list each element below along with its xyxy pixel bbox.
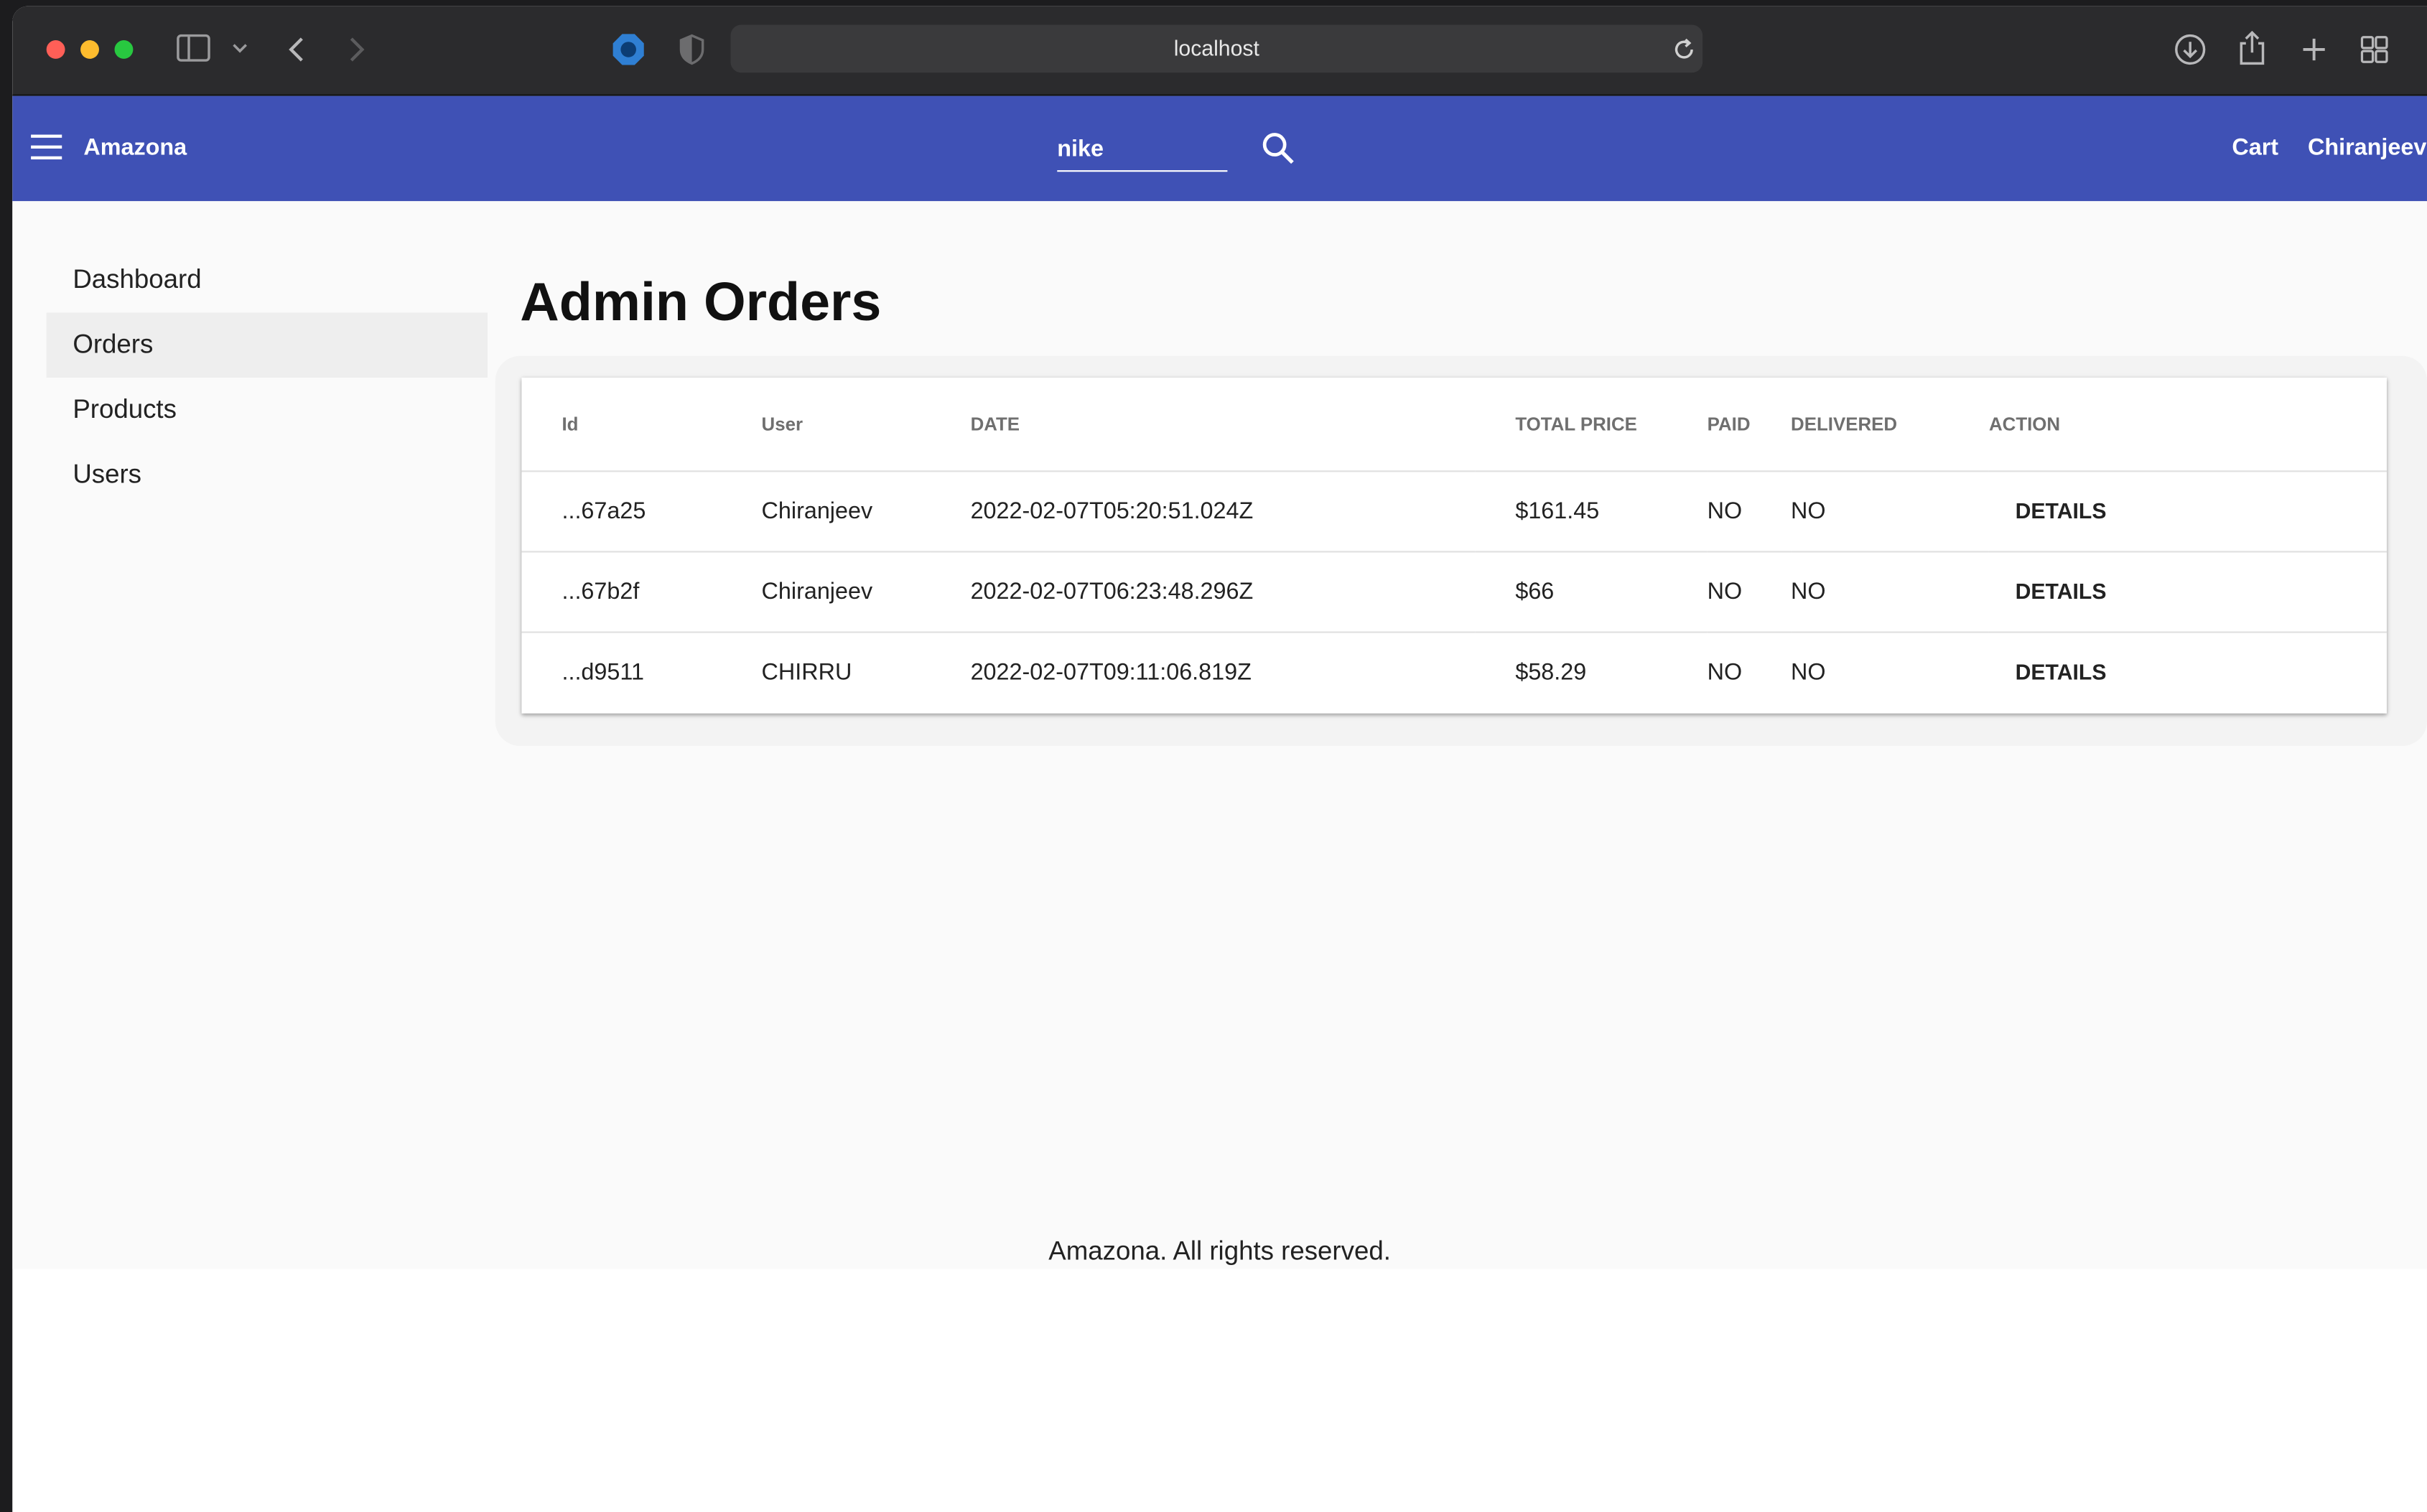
order-id: ...67a25 [521,470,722,552]
close-window-button[interactable] [46,40,65,59]
sidebar-toggle-icon[interactable] [177,34,210,62]
order-total: $66 [1475,551,1708,633]
orders-table: Id User DATE TOTAL PRICE PAID DELIVERED … [521,377,2387,712]
order-paid: NO [1707,470,1792,552]
page-content: Dashboard Orders Products Users Admin Or… [12,201,2427,1269]
order-user: CHIRRU [761,658,852,686]
order-paid: NO [1707,551,1792,633]
order-user: Chiranjeev [721,551,931,633]
sidebar-item-dashboard[interactable]: Dashboard [47,248,488,313]
order-total: $58.29 [1515,658,1587,686]
tab-overview-icon[interactable] [2359,34,2390,65]
minimize-window-button[interactable] [80,40,99,59]
order-paid: NO [1707,658,1743,686]
order-id: ...d9511 [562,658,644,686]
screen: localhost Amazona nike Cart Chiranjeev D… [0,0,2427,1512]
download-icon[interactable] [2173,32,2207,66]
browser-toolbar: localhost [12,6,2427,96]
column-header-action: ACTION [1988,377,2387,472]
search-field[interactable] [1057,126,1228,172]
back-icon[interactable] [285,34,309,65]
sidebar-item-orders[interactable]: Orders [46,312,488,378]
sidebar-item-products[interactable]: Products [47,378,488,443]
footer-text: Amazona. All rights reserved. [1048,1236,1391,1266]
order-action-cell: DETAILS [1988,470,2387,552]
orders-table-card: Id User DATE TOTAL PRICE PAID DELIVERED … [521,377,2387,714]
privacy-shield-icon[interactable] [678,34,706,65]
order-action-cell: DETAILS [1988,551,2387,633]
order-delivered: NO [1791,551,1989,633]
address-bar[interactable]: localhost [730,24,1703,73]
share-icon[interactable] [2237,29,2268,67]
user-menu-button[interactable]: Chiranjeev [2308,96,2426,202]
details-button[interactable]: DETAILS [1989,489,2107,532]
table-row: ...d9511 CHIRRU 2022-02-07T09:11:06.819Z… [521,631,2387,711]
search-icon[interactable] [1260,130,1298,167]
table-row: ...67b2f Chiranjeev 2022-02-07T06:23:48.… [521,551,2387,633]
order-date: 2022-02-07T09:11:06.819Z [970,658,1252,686]
new-tab-icon[interactable] [2298,34,2329,65]
column-header-delivered: DELIVERED [1791,377,1989,472]
forward-icon[interactable] [344,34,368,65]
column-header-paid: PAID [1707,377,1792,472]
order-delivered: NO [1791,658,1826,686]
app-header: Amazona Cart Chiranjeev [12,95,2427,202]
hamburger-menu-icon[interactable] [31,134,62,160]
table-row: ...67a25 Chiranjeev 2022-02-07T05:20:51.… [521,470,2387,552]
order-id: ...67b2f [521,551,722,633]
order-user: Chiranjeev [721,470,931,552]
brand-link[interactable]: Amazona [83,96,187,202]
details-button[interactable]: DETAILS [1989,569,2107,612]
chevron-down-icon[interactable] [230,40,249,56]
cart-link[interactable]: Cart [2232,96,2278,202]
order-delivered: NO [1791,470,1989,552]
column-header-total-price: TOTAL PRICE [1475,377,1708,472]
sidebar-item-users[interactable]: Users [47,442,488,508]
page-title: Admin Orders [520,272,882,333]
search-input[interactable] [1057,126,1228,171]
admin-sidebar: Dashboard Orders Products Users [46,248,488,508]
order-total: $161.45 [1475,470,1708,552]
extension-icon[interactable] [611,32,645,66]
order-date: 2022-02-07T06:23:48.296Z [930,551,1476,633]
browser-window: localhost Amazona nike Cart Chiranjeev D… [12,6,2427,1512]
address-text[interactable]: localhost [730,24,1702,73]
table-header-row: Id User DATE TOTAL PRICE PAID DELIVERED … [521,377,2387,472]
reload-icon[interactable] [1672,37,1696,62]
maximize-window-button[interactable] [114,40,134,59]
order-date: 2022-02-07T05:20:51.024Z [930,470,1476,552]
order-action-cell: DETAILS [1989,631,2387,711]
column-header-id: Id [521,377,722,472]
details-button[interactable]: DETAILS [1989,650,2107,694]
column-header-date: DATE [930,377,1476,472]
column-header-user: User [721,377,931,472]
